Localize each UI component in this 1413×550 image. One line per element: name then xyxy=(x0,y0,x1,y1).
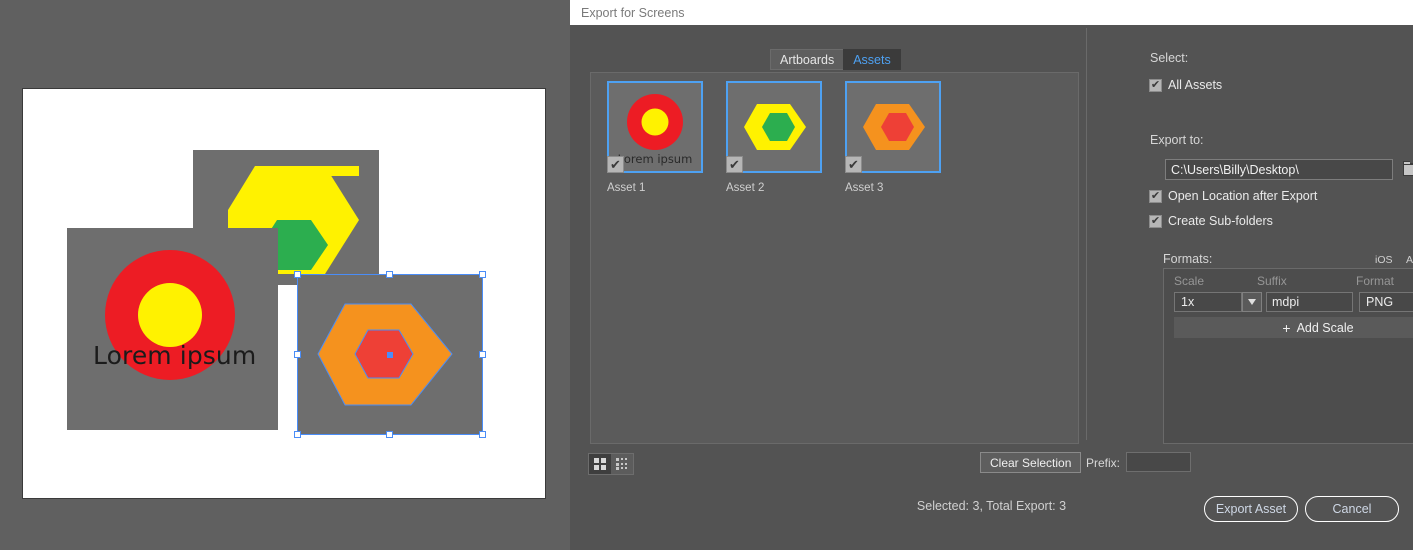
export-for-screens-dialog: Export for Screens Artboards Assets Lore… xyxy=(570,0,1413,550)
select-label: Select: xyxy=(1150,51,1189,65)
asset-checkbox-2[interactable]: ✔ xyxy=(726,156,743,173)
column-header-suffix: Suffix xyxy=(1257,274,1287,288)
chevron-down-icon xyxy=(1248,299,1256,305)
asset-label-2: Asset 2 xyxy=(726,182,765,194)
asset-thumbnail-3-art xyxy=(849,85,937,169)
hexagon-yellow-green-thumb-icon xyxy=(744,104,806,150)
formats-header-row: Formats: iOS Android xyxy=(1163,251,1413,269)
asset-label-1: Asset 1 xyxy=(607,182,646,194)
check-icon: ✔ xyxy=(729,157,740,172)
check-icon: ✔ xyxy=(610,157,621,172)
export-to-label: Export to: xyxy=(1150,133,1204,147)
create-subfolders-checkbox[interactable]: ✔ xyxy=(1149,214,1162,228)
all-assets-label: All Assets xyxy=(1168,78,1223,92)
open-location-label: Open Location after Export xyxy=(1168,189,1318,203)
tab-artboards[interactable]: Artboards xyxy=(770,49,845,70)
asset-list-panel: Lorem ipsum ✔ Asset 1 ✔ Asset 2 ✔ Asset … xyxy=(590,72,1079,444)
asset-checkbox-3[interactable]: ✔ xyxy=(845,156,862,173)
grid-view-icon[interactable] xyxy=(589,454,611,474)
dialog-tabs: Artboards Assets xyxy=(770,49,901,70)
illustrator-workspace: Lorem ipsum xyxy=(0,0,570,550)
circle-red-yellow-shape xyxy=(105,250,235,380)
check-icon: ✔ xyxy=(848,157,859,172)
all-assets-checkbox-row[interactable]: ✔ All Assets xyxy=(1149,78,1222,92)
plus-icon: + xyxy=(1282,319,1291,336)
export-path-input[interactable] xyxy=(1165,159,1393,180)
asset-item-3[interactable]: ✔ Asset 3 xyxy=(845,81,941,194)
cancel-button[interactable]: Cancel xyxy=(1305,496,1399,522)
asset-label-3: Asset 3 xyxy=(845,182,884,194)
list-view-icon[interactable] xyxy=(611,454,633,474)
folder-browse-icon[interactable] xyxy=(1403,160,1413,177)
asset-thumbnail-3[interactable]: ✔ xyxy=(845,81,941,173)
asset-thumbnail-2[interactable]: ✔ xyxy=(726,81,822,173)
hexagon-orange-red-thumb-icon xyxy=(863,104,925,150)
clear-selection-button[interactable]: Clear Selection xyxy=(980,452,1082,473)
suffix-input[interactable] xyxy=(1266,292,1353,312)
check-icon: ✔ xyxy=(1150,189,1161,202)
asset-thumbnail-1[interactable]: Lorem ipsum ✔ xyxy=(607,81,703,173)
hexagon-orange-red-shape xyxy=(317,303,453,406)
asset-item-2[interactable]: ✔ Asset 2 xyxy=(726,81,822,194)
check-icon: ✔ xyxy=(1150,78,1161,91)
open-location-checkbox[interactable]: ✔ xyxy=(1149,189,1162,203)
folder-icon xyxy=(1403,161,1413,176)
create-subfolders-checkbox-row[interactable]: ✔ Create Sub-folders xyxy=(1149,214,1273,228)
detail-list-icon xyxy=(615,458,627,470)
document-canvas[interactable]: Lorem ipsum xyxy=(22,88,546,499)
export-for-screens-screen: Lorem ipsum Export for Screens Artboards… xyxy=(0,0,1413,550)
add-scale-label: Add Scale xyxy=(1296,320,1354,335)
all-assets-checkbox[interactable]: ✔ xyxy=(1149,78,1162,92)
asset-thumbnail-1-caption: Lorem ipsum xyxy=(617,152,693,166)
artboard-asset-3[interactable] xyxy=(297,274,483,435)
export-asset-button[interactable]: Export Asset xyxy=(1204,496,1298,522)
export-options-panel: Select: ✔ All Assets Export to: ✔ Open L… xyxy=(1085,0,1413,550)
asset-thumbnail-2-art xyxy=(730,85,818,169)
dialog-title: Export for Screens xyxy=(581,5,685,20)
column-header-format: Format xyxy=(1356,274,1395,288)
format-select[interactable]: PNG xyxy=(1359,292,1413,312)
asset-checkbox-1[interactable]: ✔ xyxy=(607,156,624,173)
artboard-asset-1[interactable] xyxy=(67,228,278,430)
artwork-text-lorem-ipsum[interactable]: Lorem ipsum xyxy=(93,341,256,370)
view-mode-toggle-group xyxy=(588,453,634,475)
formats-label: Formats: xyxy=(1163,252,1213,266)
preset-ios-button[interactable]: iOS xyxy=(1375,254,1393,266)
asset-item-1[interactable]: Lorem ipsum ✔ Asset 1 xyxy=(607,81,703,194)
column-header-scale: Scale xyxy=(1174,274,1205,288)
formats-table-panel: Scale Suffix Format 1x PNG xyxy=(1163,268,1413,444)
format-select-value: PNG xyxy=(1366,295,1394,309)
scale-dropdown-arrow[interactable] xyxy=(1242,292,1262,312)
tab-assets[interactable]: Assets xyxy=(843,49,901,70)
check-icon: ✔ xyxy=(1150,214,1161,227)
preset-android-button[interactable]: Android xyxy=(1406,254,1413,266)
create-subfolders-label: Create Sub-folders xyxy=(1168,214,1273,228)
scale-value-field[interactable]: 1x xyxy=(1174,292,1242,312)
open-location-checkbox-row[interactable]: ✔ Open Location after Export xyxy=(1149,189,1317,203)
asset-thumbnail-1-art: Lorem ipsum xyxy=(611,85,699,169)
add-scale-button[interactable]: + Add Scale xyxy=(1174,317,1413,338)
grid-icon xyxy=(594,458,606,470)
